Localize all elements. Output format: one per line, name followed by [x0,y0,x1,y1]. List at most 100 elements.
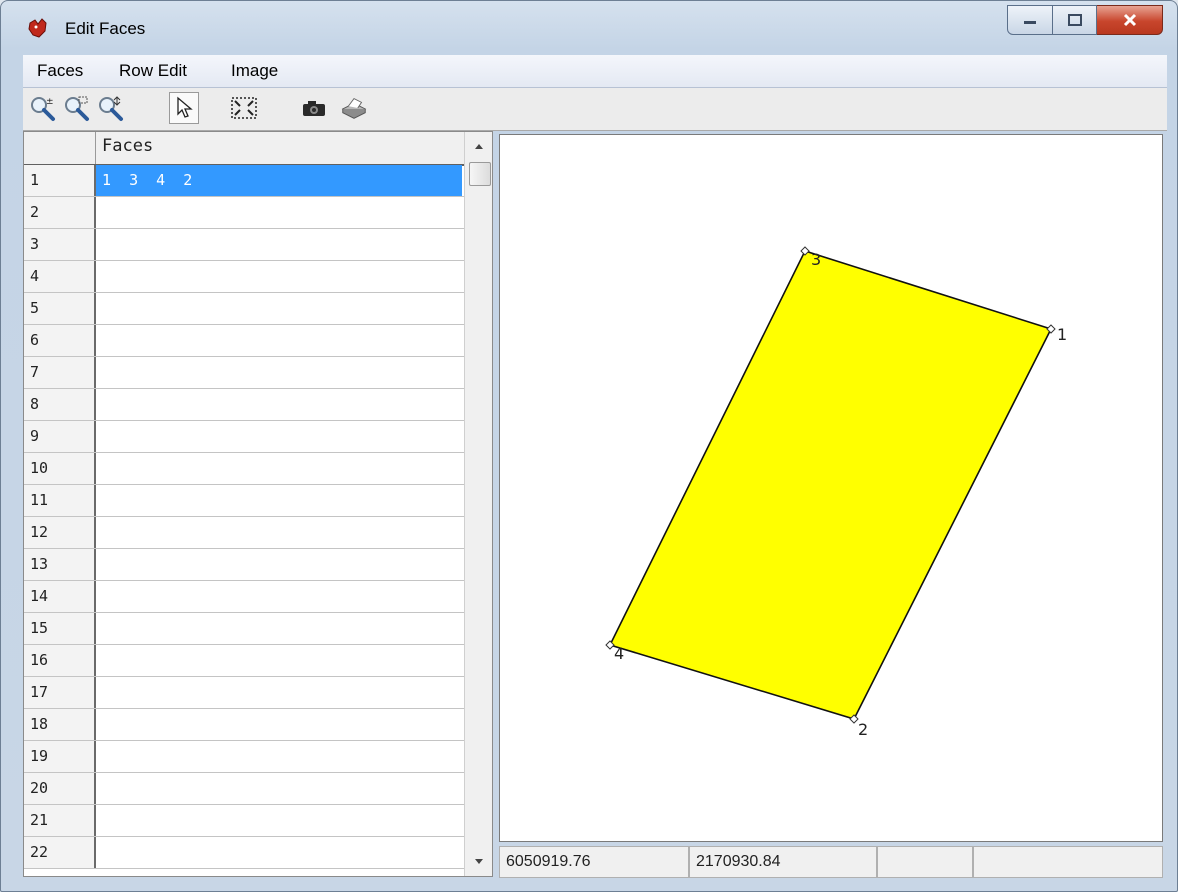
face-cell[interactable] [96,197,462,228]
grid-row[interactable]: 11 3 4 2 [24,165,464,197]
menu-image[interactable]: Image [231,61,278,81]
zoom-pan-button[interactable] [95,92,125,124]
vertex-4[interactable]: 4 [605,640,624,663]
row-number-header[interactable]: 17 [24,677,96,708]
zoom-extents-button[interactable] [229,92,259,124]
grid-corner-cell[interactable] [24,132,96,164]
face-cell[interactable] [96,645,462,676]
face-cell[interactable] [96,485,462,516]
face-cell[interactable] [96,229,462,260]
menu-bar: Faces Row Edit Image [23,55,1167,88]
face-cell[interactable] [96,581,462,612]
scroll-up-button[interactable] [465,132,492,160]
row-number-header[interactable]: 9 [24,421,96,452]
grid-vertical-scrollbar[interactable] [464,132,492,876]
row-number-header[interactable]: 13 [24,549,96,580]
row-number-header[interactable]: 16 [24,645,96,676]
close-icon [1123,13,1136,27]
row-number-header[interactable]: 11 [24,485,96,516]
face-cell[interactable] [96,389,462,420]
face-cell[interactable] [96,677,462,708]
vertex-2[interactable]: 2 [849,714,868,739]
title-bar[interactable]: Edit Faces [1,1,1177,51]
grid-row[interactable]: 6 [24,325,464,357]
row-number-header[interactable]: 1 [24,165,96,196]
grid-row[interactable]: 20 [24,773,464,805]
zoom-in-out-button[interactable]: ± [27,92,57,124]
menu-row-edit[interactable]: Row Edit [119,61,187,81]
row-number-header[interactable]: 10 [24,453,96,484]
grid-row[interactable]: 22 [24,837,464,869]
face-cell[interactable] [96,421,462,452]
scroll-thumb[interactable] [469,162,491,186]
face-cell[interactable] [96,517,462,548]
column-header-faces[interactable]: Faces [96,132,464,164]
face-cell[interactable]: 1 3 4 2 [96,165,462,196]
grid-row[interactable]: 18 [24,709,464,741]
grid-row[interactable]: 2 [24,197,464,229]
status-cell-3 [877,846,973,878]
face-cell[interactable] [96,613,462,644]
face-drawing-canvas[interactable]: 1 2 3 4 [499,134,1163,842]
grid-row[interactable]: 9 [24,421,464,453]
close-button[interactable] [1097,5,1163,35]
row-number-header[interactable]: 20 [24,773,96,804]
row-number-header[interactable]: 15 [24,613,96,644]
maximize-button[interactable] [1053,5,1097,35]
camera-button[interactable] [299,92,329,124]
row-number-header[interactable]: 14 [24,581,96,612]
grid-row[interactable]: 3 [24,229,464,261]
face-cell[interactable] [96,325,462,356]
face-polygon[interactable] [608,250,1053,720]
scroll-down-arrow-icon [475,859,483,864]
edit-faces-window: Edit Faces Faces Row Edit Image ± Faces … [0,0,1178,892]
grid-row[interactable]: 10 [24,453,464,485]
minimize-button[interactable] [1007,5,1053,35]
zoom-window-button[interactable] [61,92,91,124]
row-number-header[interactable]: 6 [24,325,96,356]
row-number-header[interactable]: 21 [24,805,96,836]
row-number-header[interactable]: 8 [24,389,96,420]
row-number-header[interactable]: 2 [24,197,96,228]
grid-rows: 11 3 4 2 2 3 4 5 6 7 8 9 10 11 12 13 14 15 16 17 18 19 20 21… [24,165,464,869]
face-cell[interactable] [96,741,462,772]
row-number-header[interactable]: 12 [24,517,96,548]
face-cell[interactable] [96,357,462,388]
face-cell[interactable] [96,293,462,324]
grid-row[interactable]: 8 [24,389,464,421]
grid-row[interactable]: 11 [24,485,464,517]
face-cell[interactable] [96,709,462,740]
zoom-in-out-icon: ± [31,97,55,121]
grid-row[interactable]: 14 [24,581,464,613]
grid-row[interactable]: 4 [24,261,464,293]
face-cell[interactable] [96,773,462,804]
menu-faces[interactable]: Faces [37,61,83,81]
row-number-header[interactable]: 22 [24,837,96,868]
row-number-header[interactable]: 7 [24,357,96,388]
scroll-down-button[interactable] [465,848,492,876]
row-number-header[interactable]: 4 [24,261,96,292]
grid-row[interactable]: 21 [24,805,464,837]
row-number-header[interactable]: 5 [24,293,96,324]
face-drawing-svg: 1 2 3 4 [605,246,1067,739]
grid-row[interactable]: 13 [24,549,464,581]
grid-row[interactable]: 17 [24,677,464,709]
printer-button[interactable] [339,92,369,124]
grid-row[interactable]: 16 [24,645,464,677]
grid-row[interactable]: 15 [24,613,464,645]
face-cell[interactable] [96,805,462,836]
grid-row[interactable]: 7 [24,357,464,389]
vertex-1[interactable]: 1 [1046,324,1067,344]
grid-row[interactable]: 19 [24,741,464,773]
face-cell[interactable] [96,837,462,868]
face-cell[interactable] [96,453,462,484]
face-cell[interactable] [96,549,462,580]
row-number-header[interactable]: 19 [24,741,96,772]
toolbar: ± [23,88,1167,131]
row-number-header[interactable]: 18 [24,709,96,740]
grid-row[interactable]: 12 [24,517,464,549]
select-pointer-button[interactable] [169,92,199,124]
row-number-header[interactable]: 3 [24,229,96,260]
face-cell[interactable] [96,261,462,292]
grid-row[interactable]: 5 [24,293,464,325]
